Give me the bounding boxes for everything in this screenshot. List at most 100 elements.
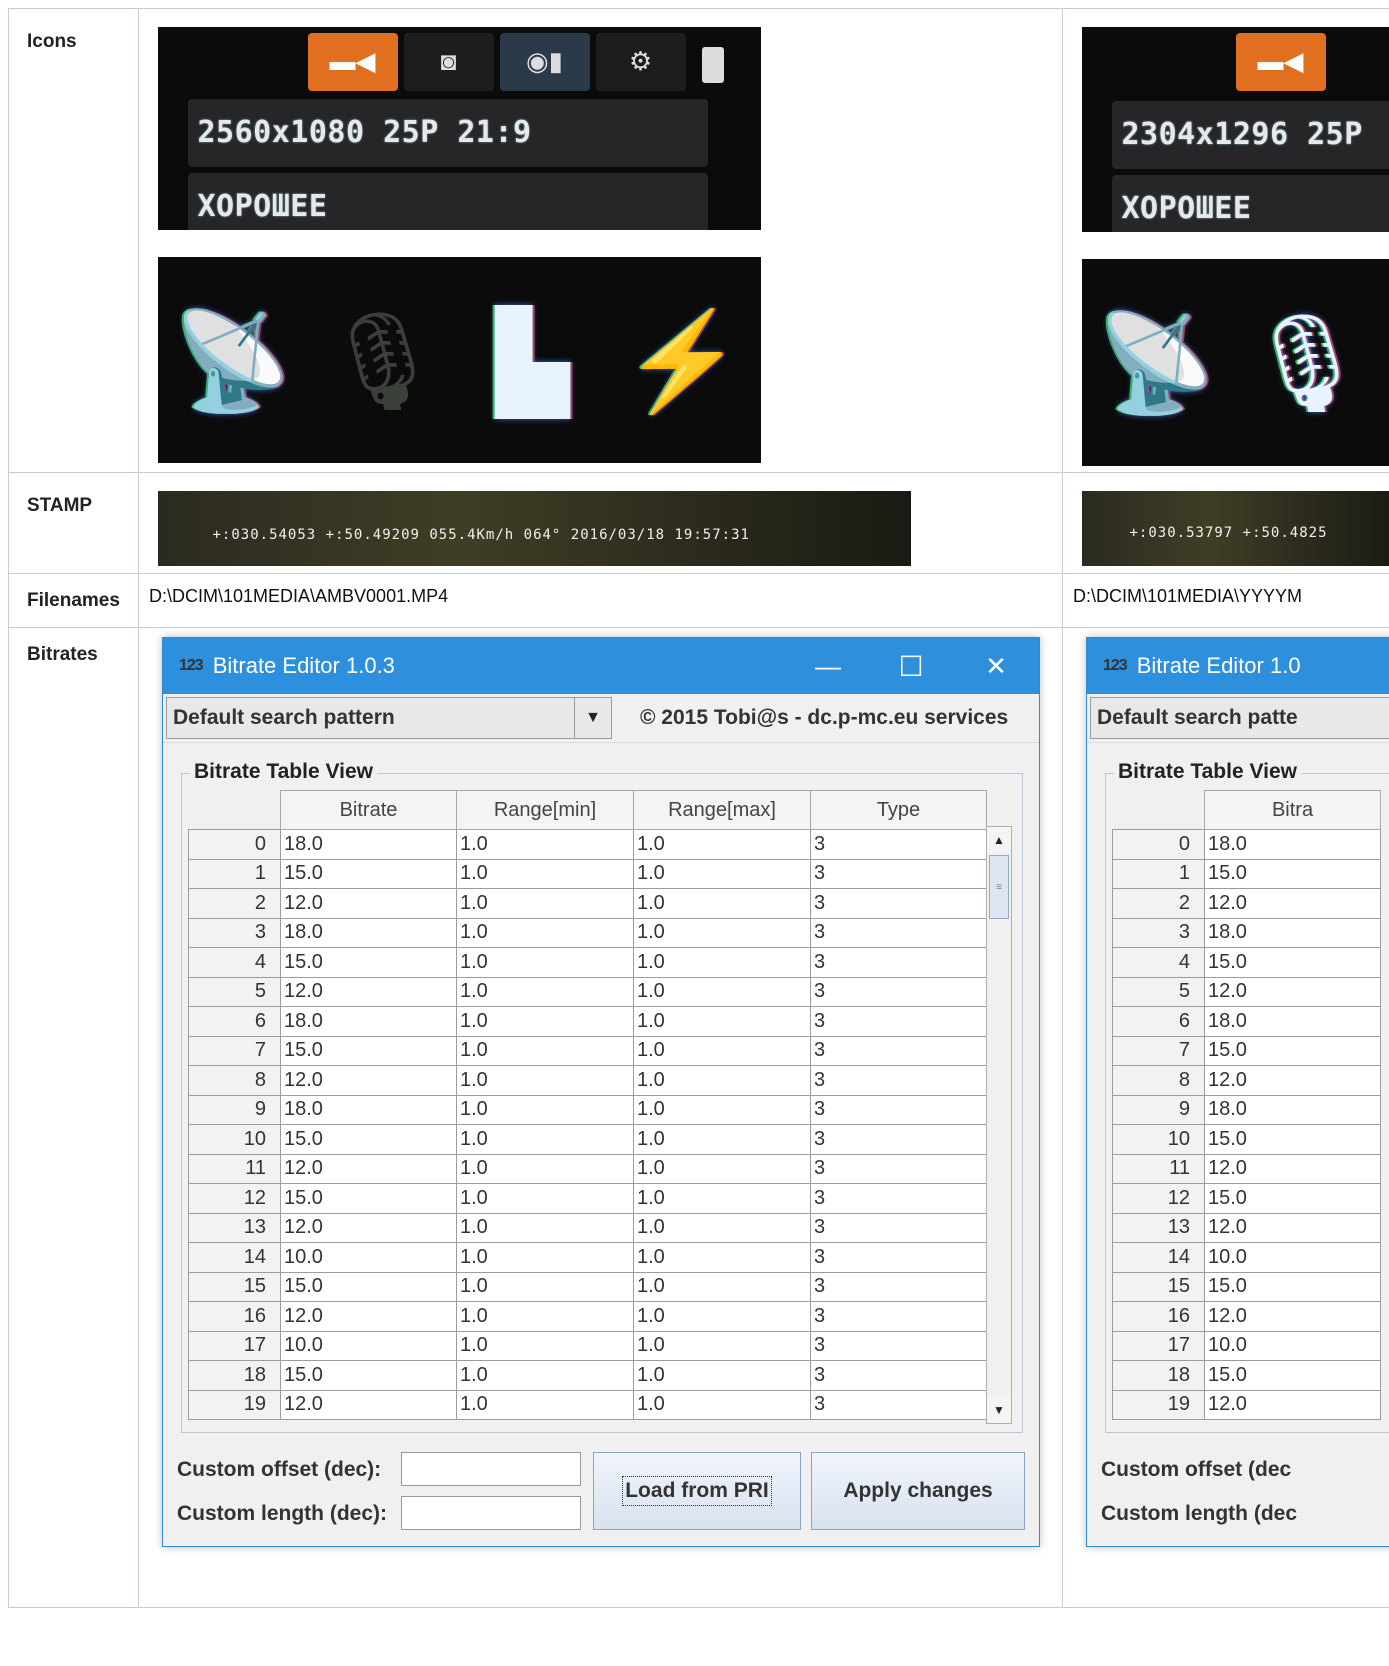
table-cell[interactable]: 1.0 bbox=[456, 1035, 634, 1066]
table-cell[interactable]: 1.0 bbox=[633, 888, 811, 919]
table-cell[interactable]: 1.0 bbox=[633, 1212, 811, 1243]
table-cell[interactable]: 1.0 bbox=[633, 858, 811, 889]
table-cell[interactable]: 10.0 bbox=[280, 1330, 457, 1361]
column-header-range-min[interactable]: Range[min] bbox=[456, 790, 634, 830]
table-row[interactable]: 0 18.0 1.0 1.0 3 bbox=[188, 829, 987, 860]
table-cell[interactable]: 1.0 bbox=[633, 947, 811, 978]
table-cell[interactable]: 3 bbox=[810, 1006, 987, 1037]
table-cell[interactable]: 15.0 bbox=[1204, 858, 1381, 889]
table-cell[interactable]: 15.0 bbox=[280, 1035, 457, 1066]
custom-offset-input[interactable] bbox=[401, 1452, 581, 1486]
table-row[interactable]: 12 15.0 bbox=[1112, 1183, 1381, 1214]
table-row[interactable]: 8 12.0 bbox=[1112, 1065, 1381, 1096]
table-cell[interactable]: 15.0 bbox=[280, 1124, 457, 1155]
table-cell[interactable]: 1.0 bbox=[633, 1035, 811, 1066]
scroll-down-icon[interactable]: ▼ bbox=[987, 1397, 1011, 1423]
table-cell[interactable]: 1.0 bbox=[633, 917, 811, 948]
table-cell[interactable]: 1.0 bbox=[456, 1360, 634, 1391]
chevron-down-icon[interactable]: ▼ bbox=[574, 698, 611, 738]
table-cell[interactable]: 18.0 bbox=[1204, 829, 1381, 860]
table-row[interactable]: 17 10.0 1.0 1.0 3 bbox=[188, 1330, 987, 1361]
table-cell[interactable]: 15.0 bbox=[1204, 1124, 1381, 1155]
vertical-scrollbar[interactable]: ▲ ≡ ▼ bbox=[986, 826, 1012, 1424]
table-cell[interactable]: 1.0 bbox=[456, 1124, 634, 1155]
table-row[interactable]: 5 12.0 bbox=[1112, 976, 1381, 1007]
table-cell[interactable]: 1.0 bbox=[633, 1301, 811, 1332]
table-cell[interactable]: 1.0 bbox=[633, 829, 811, 860]
table-row[interactable]: 11 12.0 1.0 1.0 3 bbox=[188, 1153, 987, 1184]
table-cell[interactable]: 1.0 bbox=[633, 1360, 811, 1391]
table-cell[interactable]: 1.0 bbox=[633, 1124, 811, 1155]
table-row[interactable]: 10 15.0 1.0 1.0 3 bbox=[188, 1124, 987, 1155]
table-cell[interactable]: 1.0 bbox=[456, 976, 634, 1007]
table-cell[interactable]: 12.0 bbox=[280, 1212, 457, 1243]
table-row[interactable]: 10 15.0 bbox=[1112, 1124, 1381, 1155]
table-row[interactable]: 5 12.0 1.0 1.0 3 bbox=[188, 976, 987, 1007]
table-cell[interactable]: 3 bbox=[810, 1212, 987, 1243]
table-cell[interactable]: 1.0 bbox=[633, 1153, 811, 1184]
table-cell[interactable]: 15.0 bbox=[280, 1183, 457, 1214]
table-cell[interactable]: 3 bbox=[810, 1242, 987, 1273]
table-cell[interactable]: 1.0 bbox=[456, 888, 634, 919]
table-cell[interactable]: 10.0 bbox=[1204, 1242, 1381, 1273]
table-cell[interactable]: 3 bbox=[810, 1035, 987, 1066]
search-pattern-dropdown-2[interactable]: Default search patte bbox=[1090, 697, 1389, 739]
table-row[interactable]: 16 12.0 1.0 1.0 3 bbox=[188, 1301, 987, 1332]
minimize-button[interactable]: — bbox=[788, 638, 868, 694]
load-from-pri-button[interactable]: Load from PRI bbox=[593, 1452, 801, 1530]
table-cell[interactable]: 1.0 bbox=[456, 1006, 634, 1037]
table-cell[interactable]: 3 bbox=[810, 1301, 987, 1332]
table-row[interactable]: 13 12.0 1.0 1.0 3 bbox=[188, 1212, 987, 1243]
table-row[interactable]: 4 15.0 bbox=[1112, 947, 1381, 978]
table-row[interactable]: 0 18.0 bbox=[1112, 829, 1381, 860]
column-header-type[interactable]: Type bbox=[810, 790, 987, 830]
table-row[interactable]: 18 15.0 bbox=[1112, 1360, 1381, 1391]
table-cell[interactable]: 1.0 bbox=[456, 1242, 634, 1273]
table-row[interactable]: 8 12.0 1.0 1.0 3 bbox=[188, 1065, 987, 1096]
table-cell[interactable]: 1.0 bbox=[456, 1153, 634, 1184]
table-row[interactable]: 14 10.0 1.0 1.0 3 bbox=[188, 1242, 987, 1273]
table-row[interactable]: 14 10.0 bbox=[1112, 1242, 1381, 1273]
table-row[interactable]: 7 15.0 bbox=[1112, 1035, 1381, 1066]
table-cell[interactable]: 1.0 bbox=[456, 829, 634, 860]
table-cell[interactable]: 15.0 bbox=[1204, 1035, 1381, 1066]
table-cell[interactable]: 3 bbox=[810, 829, 987, 860]
table-cell[interactable]: 1.0 bbox=[633, 976, 811, 1007]
table-cell[interactable]: 10.0 bbox=[1204, 1330, 1381, 1361]
table-cell[interactable]: 12.0 bbox=[280, 1065, 457, 1096]
table-cell[interactable]: 3 bbox=[810, 917, 987, 948]
table-row[interactable]: 2 12.0 bbox=[1112, 888, 1381, 919]
table-cell[interactable]: 3 bbox=[810, 1360, 987, 1391]
table-cell[interactable]: 18.0 bbox=[280, 829, 457, 860]
search-pattern-dropdown[interactable]: Default search pattern ▼ bbox=[166, 697, 612, 739]
table-row[interactable]: 3 18.0 bbox=[1112, 917, 1381, 948]
table-cell[interactable]: 3 bbox=[810, 1094, 987, 1125]
table-cell[interactable]: 1.0 bbox=[633, 1183, 811, 1214]
table-cell[interactable]: 15.0 bbox=[1204, 1271, 1381, 1302]
table-cell[interactable]: 1.0 bbox=[456, 1271, 634, 1302]
table-cell[interactable]: 18.0 bbox=[1204, 917, 1381, 948]
table-cell[interactable]: 15.0 bbox=[280, 947, 457, 978]
table-cell[interactable]: 1.0 bbox=[456, 1330, 634, 1361]
table-cell[interactable]: 3 bbox=[810, 1065, 987, 1096]
table-row[interactable]: 18 15.0 1.0 1.0 3 bbox=[188, 1360, 987, 1391]
table-cell[interactable]: 1.0 bbox=[633, 1094, 811, 1125]
table-cell[interactable]: 12.0 bbox=[280, 888, 457, 919]
column-header-bitrate[interactable]: Bitrate bbox=[280, 790, 457, 830]
table-cell[interactable]: 1.0 bbox=[633, 1389, 811, 1420]
column-header-range-max[interactable]: Range[max] bbox=[633, 790, 811, 830]
table-cell[interactable]: 3 bbox=[810, 1389, 987, 1420]
table-cell[interactable]: 3 bbox=[810, 858, 987, 889]
table-row[interactable]: 9 18.0 bbox=[1112, 1094, 1381, 1125]
table-cell[interactable]: 3 bbox=[810, 976, 987, 1007]
table-row[interactable]: 12 15.0 1.0 1.0 3 bbox=[188, 1183, 987, 1214]
table-cell[interactable]: 18.0 bbox=[280, 1006, 457, 1037]
table-cell[interactable]: 1.0 bbox=[633, 1242, 811, 1273]
table-row[interactable]: 9 18.0 1.0 1.0 3 bbox=[188, 1094, 987, 1125]
table-cell[interactable]: 3 bbox=[810, 1271, 987, 1302]
table-row[interactable]: 15 15.0 bbox=[1112, 1271, 1381, 1302]
table-cell[interactable]: 15.0 bbox=[1204, 947, 1381, 978]
table-cell[interactable]: 15.0 bbox=[280, 1360, 457, 1391]
table-cell[interactable]: 12.0 bbox=[1204, 888, 1381, 919]
table-cell[interactable]: 3 bbox=[810, 947, 987, 978]
